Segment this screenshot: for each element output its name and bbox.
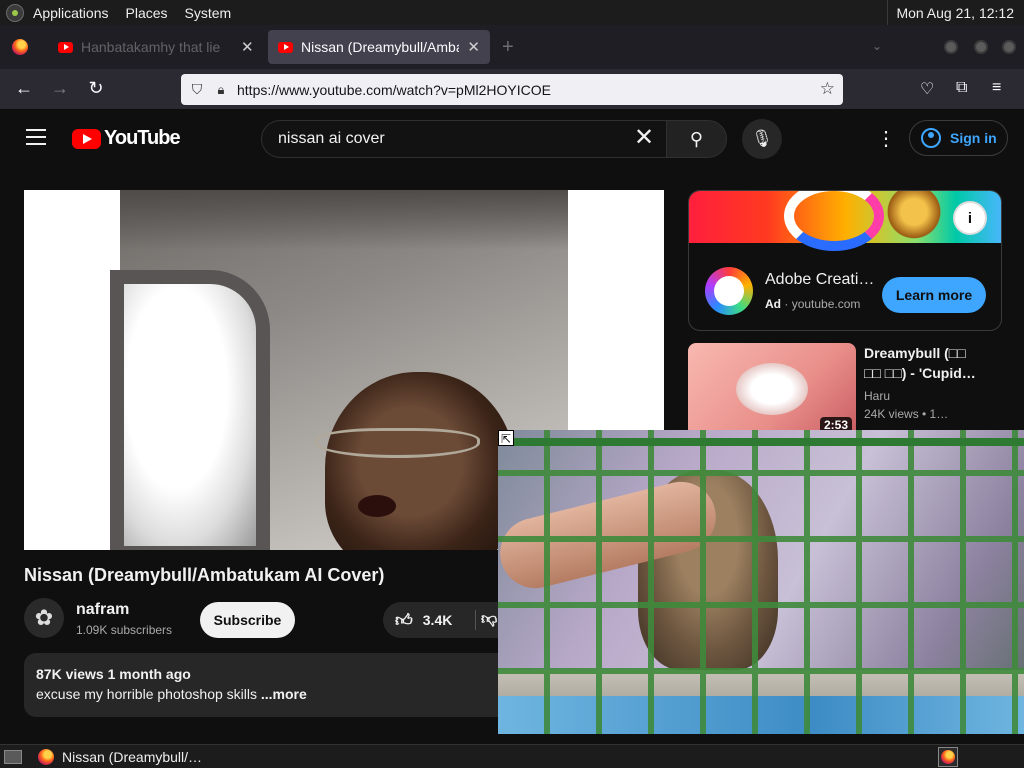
firefox-task-icon[interactable] — [38, 748, 54, 765]
ad-badge: Ad — [765, 297, 781, 311]
subscribe-button[interactable]: Subscribe — [200, 602, 295, 638]
search-button[interactable]: ⚲ — [666, 120, 727, 158]
cupid-image — [736, 363, 808, 415]
back-arrow-icon[interactable]: ← — [12, 78, 36, 99]
ad-title[interactable]: Adobe Creati… — [765, 271, 873, 289]
close-tab-icon[interactable]: ✕ — [467, 38, 480, 56]
browser-tab-inactive[interactable]: Hanbatakamhy that lie ✕ — [48, 30, 264, 64]
description-text: excuse my horrible photoshop skills — [36, 686, 257, 702]
close-window-button[interactable] — [1002, 40, 1016, 54]
avatar-icon: ✿ — [34, 605, 54, 630]
person-image — [325, 372, 515, 550]
ad-domain: youtube.com — [791, 297, 861, 311]
browser-tab-active[interactable]: Nissan (Dreamybull/Ambatu ✕ — [268, 30, 490, 64]
bookmark-star-icon[interactable]: ☆ — [820, 79, 835, 99]
description-box[interactable]: 87K views 1 month ago excuse my horrible… — [24, 653, 524, 717]
url-text[interactable]: https://www.youtube.com/watch?v=pMl2HOYI… — [237, 82, 551, 98]
youtube-logo-text: YouTube — [104, 127, 181, 149]
guide-menu-icon[interactable] — [26, 129, 46, 145]
search-query-text[interactable]: nissan ai cover — [278, 130, 385, 148]
adobe-creative-cloud-logo-icon[interactable] — [705, 267, 753, 315]
pocket-icon[interactable]: ♡ — [920, 79, 934, 99]
bottom-taskbar: Nissan (Dreamybull/… — [0, 744, 1024, 768]
menu-places[interactable]: Places — [126, 5, 168, 21]
car-window-image — [110, 270, 270, 550]
channel-name[interactable]: nafram — [76, 601, 129, 619]
subscriber-count: 1.09K subscribers — [76, 623, 173, 637]
new-tab-button[interactable]: + — [502, 36, 514, 59]
video-title: Nissan (Dreamybull/Ambatukam AI Cover) — [24, 565, 385, 585]
account-icon — [921, 128, 941, 148]
tab-title: Nissan (Dreamybull/Ambatu — [301, 39, 460, 55]
reload-icon[interactable]: ↻ — [84, 78, 108, 99]
recommended-video-title[interactable]: Dreamybull (□□ □□ □□) - 'Cupid… — [864, 343, 984, 383]
search-input[interactable]: nissan ai cover — [261, 120, 666, 158]
like-count: 3.4K — [422, 612, 453, 628]
more-options-icon[interactable]: ⋮ — [876, 126, 896, 151]
learn-more-button[interactable]: Learn more — [882, 277, 986, 313]
tracking-protection-shield-icon[interactable]: ⛉ — [189, 81, 205, 98]
taskbar-window-title[interactable]: Nissan (Dreamybull/… — [62, 749, 202, 765]
extensions-icon[interactable]: ⧉ — [956, 79, 967, 97]
recommended-video-channel[interactable]: Haru — [864, 389, 890, 403]
show-desktop-icon[interactable] — [4, 749, 22, 764]
tab-title: Hanbatakamhy that lie — [81, 39, 221, 55]
view-count-date: 87K views 1 month ago — [36, 666, 191, 682]
sign-in-label: Sign in — [950, 130, 997, 146]
lock-icon[interactable]: 🔒︎ — [215, 82, 227, 98]
channel-avatar[interactable]: ✿ — [24, 598, 64, 638]
distro-logo-icon[interactable] — [6, 3, 24, 22]
thumbs-down-icon[interactable]: 👎︎ — [481, 610, 497, 629]
recommended-video-meta: 24K views • 1… — [864, 407, 949, 421]
list-all-tabs-icon[interactable]: ⌄ — [872, 39, 882, 53]
sign-in-button[interactable]: Sign in — [909, 120, 1008, 156]
panel-clock[interactable]: Mon Aug 21, 12:12 — [887, 0, 1024, 25]
minimize-window-button[interactable] — [944, 40, 958, 54]
url-bar[interactable]: ⛉ 🔒︎ https://www.youtube.com/watch?v=pMl… — [181, 74, 843, 105]
youtube-header: YouTube nissan ai cover ✕ ⚲ 🎙︎ ⋮ Sign in — [0, 110, 1024, 166]
close-tab-icon[interactable]: ✕ — [241, 38, 254, 56]
top-panel: Applications Places System Mon Aug 21, 1… — [0, 0, 1024, 25]
desktop-screen: Applications Places System Mon Aug 21, 1… — [0, 0, 1024, 768]
youtube-logo[interactable]: YouTube — [72, 127, 181, 150]
hamburger-menu-icon[interactable]: ≡ — [992, 79, 1001, 97]
ad-card[interactable]: i Adobe Creati… Ad · youtube.com Learn m… — [688, 190, 1002, 331]
thumbs-up-icon: 👍︎ — [395, 610, 413, 630]
search-icon: ⚲ — [689, 128, 704, 149]
firefox-view-icon[interactable] — [12, 39, 28, 55]
ad-meta: Ad · youtube.com — [765, 297, 861, 311]
recommended-video-thumbnail[interactable]: 2:53 — [688, 343, 856, 437]
microphone-icon: 🎙︎ — [751, 129, 773, 148]
menu-applications[interactable]: Applications — [33, 5, 109, 21]
firefox-tray-icon[interactable] — [938, 747, 958, 767]
menu-system[interactable]: System — [185, 5, 232, 21]
forward-arrow-icon[interactable]: → — [48, 78, 72, 99]
youtube-play-logo-icon — [72, 128, 101, 149]
browser-nav-bar: ← → ↻ ⛉ 🔒︎ https://www.youtube.com/watch… — [0, 69, 1024, 110]
maximize-window-button[interactable] — [974, 40, 988, 54]
voice-search-button[interactable]: 🎙︎ — [742, 119, 782, 159]
clear-search-icon[interactable]: ✕ — [634, 126, 654, 150]
resize-cursor-icon[interactable]: ⇱ — [498, 430, 514, 446]
picture-in-picture-window[interactable] — [498, 430, 1024, 734]
show-more-link[interactable]: ...more — [261, 686, 307, 702]
ad-info-icon[interactable]: i — [953, 201, 987, 235]
browser-tab-bar: Hanbatakamhy that lie ✕ Nissan (Dreamybu… — [0, 25, 1024, 69]
youtube-favicon-icon — [278, 41, 293, 53]
cage-bars-image — [498, 430, 1024, 734]
youtube-favicon-icon — [58, 41, 73, 53]
